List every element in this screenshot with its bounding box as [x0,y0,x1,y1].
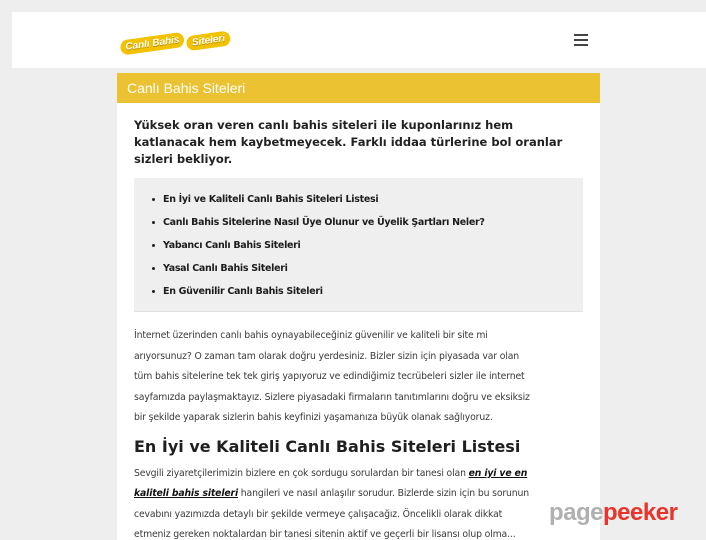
site-header: Canlı Bahis Siteleri [12,12,706,68]
intro-paragraph: İnternet üzerinden canlı bahis oynayabil… [134,330,530,423]
bullet-icon [152,267,155,270]
toc-item[interactable]: En İyi ve Kaliteli Canlı Bahis Siteleri … [152,188,571,211]
logo-text-2: Siteleri [186,29,232,51]
logo-text-1: Canlı Bahis [119,31,186,56]
toc-item[interactable]: Yabancı Canlı Bahis Siteleri [152,234,571,257]
hamburger-menu-icon[interactable] [574,34,588,46]
section-paragraph: Sevgili ziyaretçilerimizin bizlere en ço… [134,467,530,540]
pagepeeker-watermark: pagepeeker [549,499,678,526]
page-title-bar: Canlı Bahis Siteleri [117,73,600,103]
bullet-icon [152,290,155,293]
page-title: Canlı Bahis Siteleri [127,80,246,96]
bullet-icon [152,198,155,201]
toc-item[interactable]: Canlı Bahis Sitelerine Nasıl Üye Olunur … [152,211,571,234]
toc-item[interactable]: Yasal Canlı Bahis Siteleri [152,257,571,280]
main-content: Canlı Bahis Siteleri Yüksek oran veren c… [117,73,600,540]
inline-link[interactable]: kaliteli bahis siteleri [134,488,238,499]
table-of-contents: En İyi ve Kaliteli Canlı Bahis Siteleri … [134,178,583,312]
inline-link[interactable]: en iyi ve en [469,468,528,479]
section-heading: En İyi ve Kaliteli Canlı Bahis Siteleri … [134,436,521,456]
bullet-icon [152,244,155,247]
toc-item[interactable]: En Güvenilir Canlı Bahis Siteleri [152,280,571,303]
lead-text: Yüksek oran veren canlı bahis siteleri i… [134,118,563,166]
site-logo[interactable]: Canlı Bahis Siteleri [119,25,232,56]
bullet-icon [152,221,155,224]
